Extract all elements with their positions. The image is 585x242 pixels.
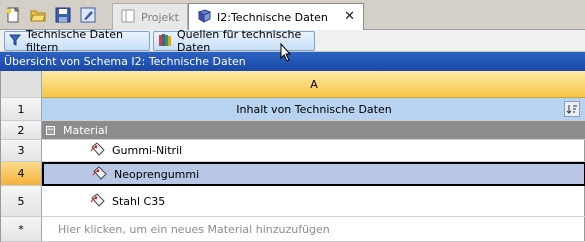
add-material-hint: Hier klicken, um ein neues Material hinz… xyxy=(58,222,330,236)
save-icon[interactable] xyxy=(53,5,73,25)
book-icon xyxy=(197,8,212,26)
row-header[interactable]: * xyxy=(1,217,42,242)
corner-cell[interactable] xyxy=(1,71,42,98)
group-row[interactable]: − Material xyxy=(42,121,585,140)
data-grid: A 1 Inhalt von Technische Daten 2 − Mate… xyxy=(0,71,585,242)
tab-projekt[interactable]: Projekt xyxy=(112,3,188,30)
material-name: Gummi-Nitril xyxy=(112,144,183,157)
projekt-icon xyxy=(121,9,135,26)
close-icon[interactable]: ✕ xyxy=(344,9,355,24)
edit-icon[interactable] xyxy=(78,5,98,25)
material-tag-icon xyxy=(90,142,106,159)
table-row: 2 − Material xyxy=(1,121,585,140)
row-header[interactable]: 4 xyxy=(1,162,42,186)
collapse-icon[interactable]: − xyxy=(46,125,55,135)
mouse-cursor-icon xyxy=(280,42,292,65)
material-name: Neoprengummi xyxy=(114,167,200,181)
tab-technische-daten[interactable]: I2:Technische Daten ✕ xyxy=(188,3,364,30)
tab-projekt-label: Projekt xyxy=(141,10,179,24)
list-item[interactable]: Neoprengummi xyxy=(42,162,585,186)
table-row: 4 Neoprengummi xyxy=(1,162,585,186)
material-name: Stahl C35 xyxy=(112,194,166,208)
sort-icon[interactable] xyxy=(564,101,580,117)
open-folder-icon[interactable] xyxy=(28,5,48,25)
panel-title: Übersicht von Schema I2: Technische Date… xyxy=(4,55,246,68)
books-icon xyxy=(158,33,172,50)
top-toolbar: Projekt I2:Technische Daten ✕ xyxy=(0,0,585,30)
panel-title-bar: Übersicht von Schema I2: Technische Date… xyxy=(0,52,585,71)
column-header-a[interactable]: A xyxy=(42,71,585,98)
table-row: 5 Stahl C35 xyxy=(1,186,585,217)
tab-technische-daten-label: I2:Technische Daten xyxy=(217,10,328,24)
add-material-row[interactable]: Hier klicken, um ein neues Material hinz… xyxy=(42,217,585,242)
filter-button[interactable]: Technische Daten filtern xyxy=(4,28,150,54)
action-toolbar: Technische Daten filtern Quellen für tec… xyxy=(0,28,585,54)
row-header[interactable]: 1 xyxy=(1,98,42,121)
row-header[interactable]: 5 xyxy=(1,186,42,217)
material-tag-icon xyxy=(90,192,106,210)
row-header[interactable]: 2 xyxy=(1,121,42,140)
row-header[interactable]: 3 xyxy=(1,140,42,162)
list-item[interactable]: Gummi-Nitril xyxy=(42,140,585,162)
material-tag-icon xyxy=(92,165,108,183)
column-title: Inhalt von Technische Daten xyxy=(236,102,392,116)
table-row: 3 Gummi-Nitril xyxy=(1,140,585,162)
filter-button-label: Technische Daten filtern xyxy=(26,28,123,54)
table-row: * Hier klicken, um ein neues Material hi… xyxy=(1,217,585,242)
column-letter: A xyxy=(310,77,318,91)
new-file-icon[interactable] xyxy=(3,5,23,25)
column-header-row: A xyxy=(1,71,585,98)
table-row: 1 Inhalt von Technische Daten xyxy=(1,98,585,121)
column-title-cell[interactable]: Inhalt von Technische Daten xyxy=(42,98,585,121)
filter-icon xyxy=(8,34,22,49)
group-label: Material xyxy=(63,123,108,137)
list-item[interactable]: Stahl C35 xyxy=(42,186,585,217)
